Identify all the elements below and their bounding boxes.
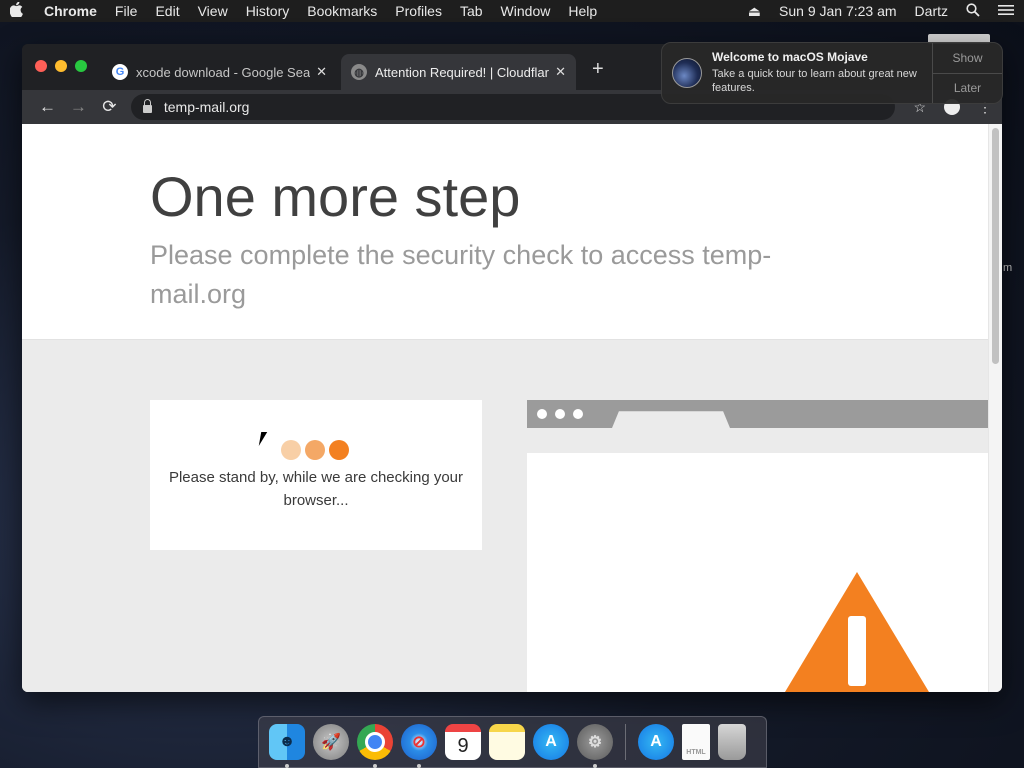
browser-illustration [527, 400, 988, 692]
notification-show-button[interactable]: Show [933, 43, 1002, 74]
search-icon[interactable] [966, 2, 980, 20]
lock-icon[interactable] [142, 99, 152, 113]
scrollbar-thumb[interactable] [992, 128, 999, 364]
tab-google-search[interactable]: G xcode download - Google Sear ✕ [102, 54, 337, 90]
system-preferences-icon[interactable]: ⚙ [577, 724, 613, 768]
menubar-user[interactable]: Dartz [915, 3, 948, 19]
app-store-download-icon[interactable]: A [638, 724, 674, 760]
dock-separator [625, 724, 626, 760]
loading-dot [281, 440, 301, 460]
dock-glyph: 🚀 [321, 734, 341, 751]
dock: ☻ 🚀 ⊘ 9 A ⚙ A HTML [258, 716, 767, 768]
challenge-area: Please stand by, while we are checking y… [22, 340, 988, 692]
chrome-icon[interactable] [357, 724, 393, 768]
menu-bookmarks[interactable]: Bookmarks [307, 3, 377, 19]
window-controls [35, 60, 95, 72]
tab-cloudflare-active[interactable]: ◍ Attention Required! | Cloudflare ✕ [341, 54, 576, 90]
notification-text: Welcome to macOS Mojave Take a quick tou… [712, 43, 932, 103]
menu-help[interactable]: Help [568, 3, 597, 19]
notification-body: Take a quick tour to learn about great n… [712, 68, 917, 94]
launchpad-icon[interactable]: 🚀 [313, 724, 349, 760]
running-indicator [373, 764, 377, 768]
menu-profiles[interactable]: Profiles [395, 3, 442, 19]
page-title: One more step [150, 165, 521, 228]
app-store-icon[interactable]: A [533, 724, 569, 760]
notification-title: Welcome to macOS Mojave [712, 50, 868, 64]
close-tab-icon[interactable]: ✕ [316, 64, 327, 80]
new-tab-button[interactable]: + [592, 58, 604, 81]
dock-glyph: A [650, 733, 662, 750]
forward-button[interactable]: → [63, 97, 94, 117]
mojave-icon [672, 58, 702, 88]
eject-icon[interactable]: ⏏ [748, 3, 761, 20]
dock-glyph: A [545, 733, 557, 750]
dock-glyph: ⚙ [587, 734, 603, 751]
page-viewport: One more step Please complete the securi… [22, 124, 1002, 692]
minimize-window-button[interactable] [55, 60, 67, 72]
reload-button[interactable]: ⟳ [94, 97, 125, 117]
challenge-card: Please stand by, while we are checking y… [150, 400, 482, 550]
illustration-dot [573, 409, 583, 419]
finder-icon[interactable]: ☻ [269, 724, 305, 768]
close-window-button[interactable] [35, 60, 47, 72]
illustration-dot [555, 409, 565, 419]
menu-history[interactable]: History [246, 3, 290, 19]
menu-app-name[interactable]: Chrome [44, 3, 97, 19]
calendar-icon[interactable]: 9 [445, 724, 481, 760]
chrome-window: G xcode download - Google Sear ✕ ◍ Atten… [22, 44, 1002, 692]
menubar-datetime[interactable]: Sun 9 Jan 7:23 am [779, 3, 897, 19]
menubar: Chrome File Edit View History Bookmarks … [0, 0, 1024, 22]
page-scrollbar[interactable] [988, 124, 1002, 692]
menu-tab[interactable]: Tab [460, 3, 483, 19]
dock-glyph: ☻ [278, 733, 296, 750]
menu-edit[interactable]: Edit [155, 3, 179, 19]
macos-notification[interactable]: Welcome to macOS Mojave Take a quick tou… [661, 42, 1003, 104]
running-indicator [285, 764, 289, 768]
menu-file[interactable]: File [115, 3, 138, 19]
html-file-icon[interactable]: HTML [682, 724, 710, 760]
tab-title: Attention Required! | Cloudflare [375, 64, 550, 80]
file-label: HTML [686, 749, 706, 756]
notification-buttons: Show Later [932, 43, 1002, 103]
loading-dots [281, 440, 353, 460]
menu-window[interactable]: Window [501, 3, 551, 19]
desktop-edge-text: m [1003, 262, 1013, 274]
dock-glyph: ⊘ [412, 734, 426, 751]
status-message: Please stand by, while we are checking y… [168, 469, 464, 509]
google-favicon-icon: G [112, 64, 128, 80]
illustration-dot [537, 409, 547, 419]
calendar-day: 9 [457, 734, 469, 757]
globe-icon: ◍ [351, 64, 367, 80]
page-hero: One more step Please complete the securi… [22, 124, 1002, 340]
notification-later-button[interactable]: Later [933, 74, 1002, 104]
close-tab-icon[interactable]: ✕ [555, 64, 566, 80]
page-subtitle: Please complete the security check to ac… [150, 240, 772, 309]
safari-icon[interactable]: ⊘ [401, 724, 437, 768]
warning-exclamation-icon [848, 616, 866, 686]
illustration-toolbar [527, 428, 988, 453]
menubar-status-area: ⏏ Sun 9 Jan 7:23 am Dartz [730, 3, 1014, 20]
apple-icon[interactable] [9, 1, 44, 21]
loading-dot [329, 440, 349, 460]
control-center-icon[interactable] [998, 3, 1014, 19]
menu-view[interactable]: View [198, 3, 228, 19]
running-indicator [593, 764, 597, 768]
running-indicator [417, 764, 421, 768]
zoom-window-button[interactable] [75, 60, 87, 72]
url-text[interactable]: temp-mail.org [164, 99, 250, 115]
loading-dot [305, 440, 325, 460]
trash-icon[interactable] [718, 724, 746, 760]
tab-title: xcode download - Google Sear [136, 64, 311, 80]
illustration-tab [612, 411, 730, 428]
illustration-titlebar [527, 400, 988, 428]
back-button[interactable]: ← [32, 97, 63, 117]
mouse-cursor-icon [258, 432, 268, 446]
notes-icon[interactable] [489, 724, 525, 760]
